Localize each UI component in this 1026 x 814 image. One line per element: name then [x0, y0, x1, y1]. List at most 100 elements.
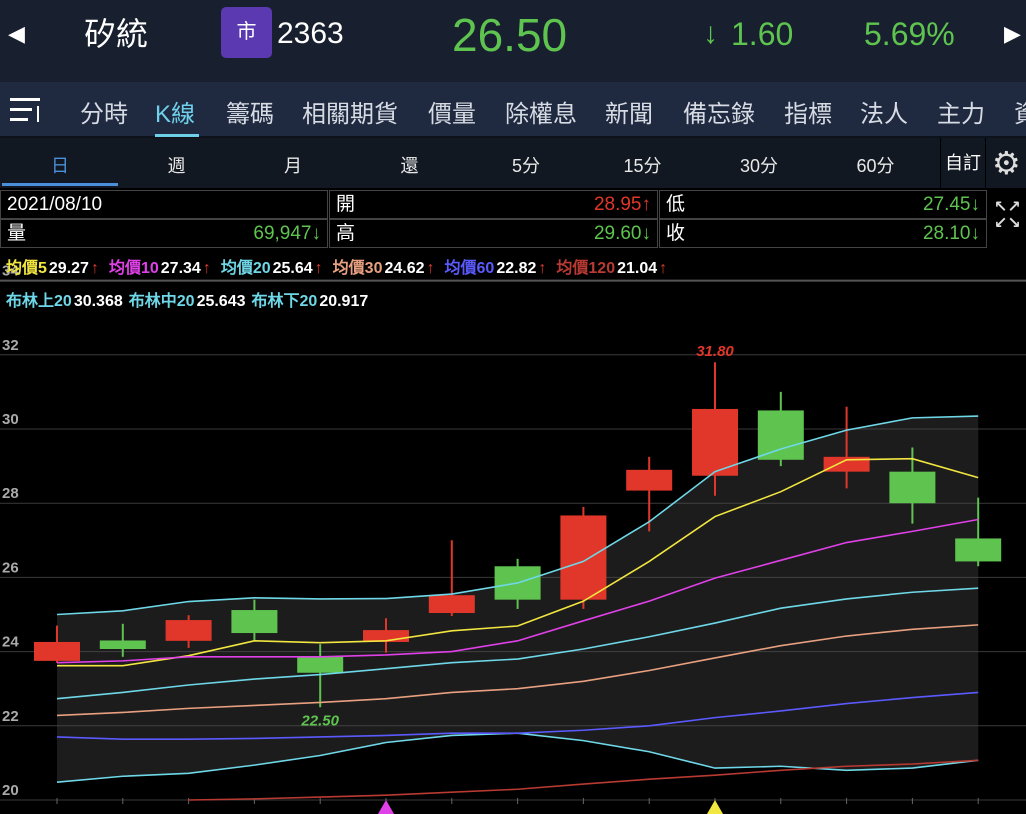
ma-label: 均價5	[6, 260, 47, 277]
expand-arrows-icon[interactable]: ↖↗ ↙↘	[994, 200, 1021, 232]
stock-code: 2363	[277, 17, 344, 50]
candle-body[interactable]	[231, 610, 278, 634]
up-arrow-icon: ↑	[202, 260, 211, 277]
price-change: 1.60	[731, 16, 794, 52]
candle-body[interactable]	[34, 641, 80, 661]
low-cell: 低 27.45↓	[659, 190, 987, 219]
up-arrow-icon: ↑	[314, 260, 323, 277]
signal-marker-icon	[378, 800, 394, 814]
period-0[interactable]: 日	[30, 152, 90, 178]
period-underline	[2, 183, 118, 186]
down-arrow-icon: ↓	[703, 17, 718, 50]
ma-value: 29.27	[48, 260, 89, 277]
up-arrow-icon: ↑	[538, 260, 547, 277]
high-value: 29.60↓	[593, 223, 651, 244]
tab-6[interactable]: 新聞	[605, 94, 653, 129]
candle-body[interactable]	[889, 471, 936, 504]
low-label: 低	[666, 194, 686, 215]
tab-1[interactable]: K線	[155, 94, 195, 129]
candlestick-chart[interactable]: 343230282624222031.8022.50	[0, 250, 1026, 814]
stock-name: 矽統	[84, 16, 149, 52]
custom-period-button[interactable]: 自訂	[940, 138, 986, 188]
price-annotation: 31.80	[696, 343, 734, 360]
period-7[interactable]: 60分	[846, 152, 906, 178]
tab-0[interactable]: 分時	[80, 94, 128, 129]
price-annotation: 22.50	[300, 712, 339, 729]
boll-label: 布林中20	[128, 293, 195, 310]
low-value: 27.45↓	[922, 194, 980, 215]
change-percent: 5.69%	[864, 16, 955, 52]
tab-10[interactable]: 主力	[937, 94, 985, 129]
feature-tabs: 分時 K線籌碼相關期貨價量除權息新聞備忘錄指標法人主力資	[0, 82, 1026, 138]
tab-7[interactable]: 備忘錄	[683, 94, 755, 129]
close-cell: 收 28.10↓	[659, 219, 987, 248]
period-6[interactable]: 30分	[729, 152, 789, 178]
close-label: 收	[666, 223, 686, 244]
period-5[interactable]: 15分	[613, 152, 673, 178]
tab-3[interactable]: 相關期貨	[302, 94, 398, 129]
last-price: 26.50	[452, 9, 568, 61]
ma-label: 均價20	[220, 260, 271, 277]
ma-legend: 均價5 29.27 ↑ 均價10 27.34 ↑ 均價20 25.64 ↑ 均價30 24.62 ↑ 均…	[6, 254, 677, 278]
open-cell: 開 28.95↑	[329, 190, 658, 219]
open-value: 28.95↑	[593, 194, 651, 215]
ma-value: 24.62	[384, 260, 425, 277]
tab-underline	[155, 134, 199, 137]
volume-label: 量	[7, 223, 27, 244]
period-2[interactable]: 月	[263, 152, 323, 178]
ma-label: 均價60	[444, 260, 495, 277]
ma-label: 均價30	[332, 260, 383, 277]
ma-value: 27.34	[160, 260, 201, 277]
boll-value: 20.917	[319, 293, 369, 310]
candle-body[interactable]	[428, 595, 475, 614]
candle-body[interactable]	[955, 538, 1002, 562]
y-tick-label: 30	[2, 411, 19, 428]
candle-body[interactable]	[757, 410, 804, 460]
tab-11[interactable]: 資	[1014, 94, 1026, 129]
close-value: 28.10↓	[922, 223, 980, 244]
boll-value: 25.643	[196, 293, 246, 310]
boll-label: 布林下20	[251, 293, 318, 310]
period-3[interactable]: 還	[380, 152, 440, 178]
ma-label: 均價120	[556, 260, 616, 277]
open-label: 開	[336, 194, 356, 215]
date-cell: 2021/08/10	[0, 190, 328, 219]
market-badge: 市	[221, 7, 272, 58]
candle-body[interactable]	[165, 620, 212, 641]
up-arrow-icon: ↑	[90, 260, 99, 277]
y-tick-label: 22	[2, 708, 19, 725]
tab-9[interactable]: 法人	[860, 94, 908, 129]
y-tick-label: 28	[2, 485, 19, 502]
tab-4[interactable]: 價量	[428, 94, 476, 129]
candle-body[interactable]	[99, 640, 146, 650]
list-sort-icon[interactable]	[10, 98, 42, 122]
candle-body[interactable]	[560, 515, 607, 600]
tab-5[interactable]: 除權息	[505, 94, 577, 129]
ma-value: 22.82	[496, 260, 537, 277]
candle-body[interactable]	[297, 656, 344, 673]
tab-8[interactable]: 指標	[784, 94, 832, 129]
high-cell: 高 29.60↓	[329, 219, 658, 248]
tab-2[interactable]: 籌碼	[226, 94, 274, 129]
high-label: 高	[336, 223, 356, 244]
boll-label: 布林上20	[6, 293, 72, 310]
y-tick-label: 20	[2, 782, 19, 799]
volume-value: 69,947↓	[253, 223, 321, 244]
bollinger-legend: 布林上20 30.368 布林中20 25.643 布林下20 20.917	[6, 287, 374, 311]
date: 2021/08/10	[7, 194, 103, 215]
ma-value: 21.04	[617, 260, 658, 277]
signal-marker-icon	[707, 800, 723, 814]
y-tick-label: 24	[2, 634, 19, 651]
up-arrow-icon: ↑	[426, 260, 435, 277]
ma-value: 25.64	[272, 260, 313, 277]
gear-icon[interactable]: ⚙	[992, 144, 1021, 182]
next-stock-icon[interactable]: ▶	[1004, 14, 1021, 54]
prev-stock-icon[interactable]: ◀	[8, 14, 25, 54]
y-tick-label: 32	[2, 337, 19, 354]
period-bar: 日 週 月 還 5分 15分 30分 60分 自訂 ⚙	[0, 138, 1026, 188]
volume-cell: 量 69,947↓	[0, 219, 328, 248]
period-4[interactable]: 5分	[496, 152, 556, 178]
candle-body[interactable]	[626, 469, 673, 491]
period-1[interactable]: 週	[147, 152, 207, 178]
quote-header: ◀ 矽統 市 2363 26.50 ↓ 1.60 5.69% ▶	[0, 0, 1026, 82]
